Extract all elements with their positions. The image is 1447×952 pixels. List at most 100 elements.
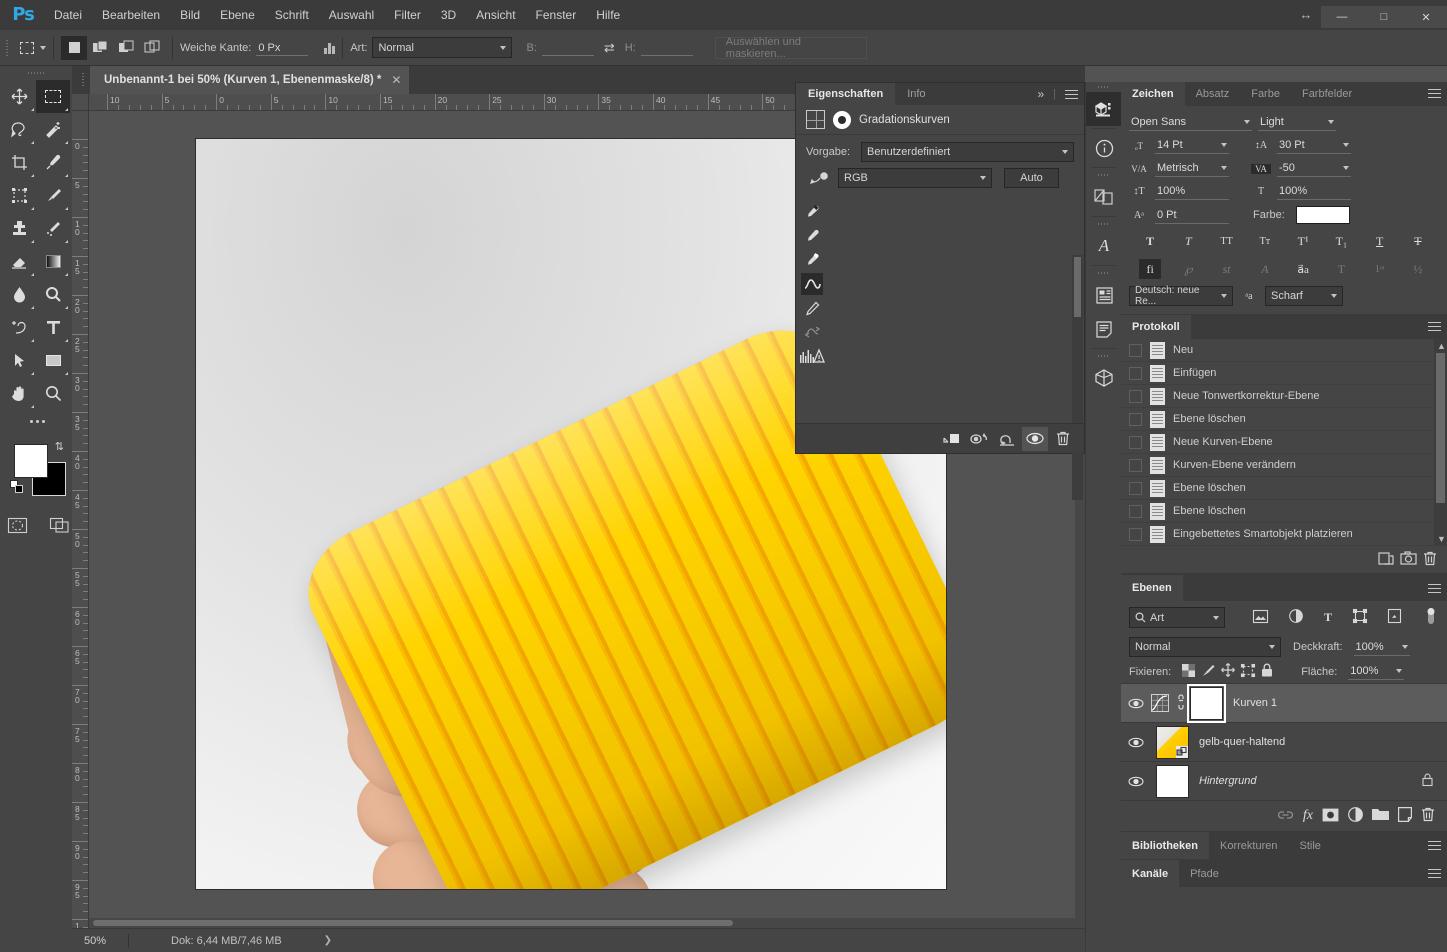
mask-link-icon[interactable] <box>1174 693 1187 713</box>
menu-ebene[interactable]: Ebene <box>210 0 265 30</box>
minimize-button[interactable]: — <box>1321 6 1363 28</box>
tab-farbfelder[interactable]: Farbfelder <box>1291 82 1363 106</box>
history-snapshot-checkbox[interactable] <box>1129 366 1142 380</box>
layer-row[interactable]: Kurven 1 <box>1121 683 1447 723</box>
rectangular-marquee-icon[interactable] <box>14 37 40 59</box>
history-item[interactable]: Neue Tonwertkorrektur-Ebene <box>1121 385 1447 408</box>
tracking-input[interactable]: -50 <box>1277 160 1351 177</box>
info-rail-icon[interactable] <box>1086 131 1122 165</box>
on-image-adjust-icon[interactable] <box>806 171 832 186</box>
menu-ansicht[interactable]: Ansicht <box>466 0 525 30</box>
black-point-eyedropper[interactable] <box>801 201 823 223</box>
delete-layer-button[interactable] <box>1421 807 1435 825</box>
layer-mask-thumbnail[interactable] <box>1187 683 1226 723</box>
faux-bold-button[interactable]: T <box>1139 231 1161 251</box>
vertical-ruler[interactable]: 0510152025303540455055606570758085909510… <box>72 111 89 928</box>
close-icon[interactable]: ✕ <box>391 73 401 87</box>
history-item[interactable]: Ebene löschen <box>1121 408 1447 431</box>
tab-eigenschaften[interactable]: Eigenschaften <box>796 83 896 105</box>
menu-datei[interactable]: Datei <box>44 0 92 30</box>
healing-brush-tool[interactable] <box>36 212 70 245</box>
swap-dimensions-icon[interactable]: ⇄ <box>604 40 615 56</box>
history-scrollbar[interactable]: ▲ ▼ <box>1434 339 1447 546</box>
faux-italic-button[interactable]: T <box>1177 231 1199 251</box>
menu-filter[interactable]: Filter <box>384 0 431 30</box>
panel-menu-icon[interactable] <box>1428 321 1441 331</box>
rail-grip[interactable] <box>1086 268 1121 278</box>
preset-select[interactable]: Benutzerdefiniert <box>861 142 1074 162</box>
tab-farbe[interactable]: Farbe <box>1240 82 1291 106</box>
move-tool[interactable] <box>2 80 36 113</box>
type-tool[interactable] <box>36 311 70 344</box>
height-input[interactable] <box>640 40 693 56</box>
new-group-button[interactable] <box>1372 808 1389 824</box>
select-and-mask-button[interactable]: Auswählen und maskieren... <box>714 36 867 60</box>
shape-tool[interactable] <box>36 344 70 377</box>
new-selection-button[interactable] <box>61 35 87 60</box>
lock-position-icon[interactable] <box>1221 663 1236 680</box>
foreground-color-swatch[interactable] <box>14 444 48 478</box>
options-bar-grip[interactable] <box>0 30 14 66</box>
tab-info[interactable]: Info <box>895 83 937 105</box>
new-layer-button[interactable] <box>1398 807 1412 825</box>
underline-button[interactable]: T <box>1369 231 1391 251</box>
layer-name[interactable]: gelb-quer-haltend <box>1199 736 1285 748</box>
horizontal-scale-input[interactable]: 100% <box>1277 183 1351 200</box>
intersect-selection-button[interactable] <box>139 36 165 60</box>
tab-strip-grip[interactable] <box>76 66 90 94</box>
tool-preset-chevron-down-icon[interactable] <box>40 45 46 50</box>
baseline-shift-input[interactable]: 0 Pt <box>1155 207 1229 224</box>
notes-rail-icon[interactable] <box>1086 312 1122 346</box>
screen-mode-icon[interactable] <box>46 514 72 536</box>
leading-input[interactable]: 30 Pt <box>1277 137 1351 154</box>
layer-row[interactable]: gelb-quer-haltend <box>1121 723 1447 762</box>
history-snapshot-checkbox[interactable] <box>1129 412 1142 426</box>
history-list[interactable]: Neu Einfügen Neue Tonwertkorrektur-Ebene Eb… <box>1121 339 1447 546</box>
subtract-from-selection-button[interactable] <box>113 36 139 60</box>
font-family-select[interactable]: Open Sans <box>1129 114 1252 131</box>
pixel-layers-filter-icon[interactable] <box>1252 609 1269 626</box>
font-style-select[interactable]: Light <box>1258 114 1336 131</box>
rectangular-marquee-tool[interactable] <box>36 80 70 113</box>
menu-fenster[interactable]: Fenster <box>526 0 587 30</box>
quick-mask-icon[interactable] <box>4 514 30 536</box>
history-snapshot-checkbox[interactable] <box>1129 458 1142 472</box>
smart-object-filter-icon[interactable] <box>1387 608 1402 626</box>
layers-list[interactable]: Kurven 1 gelb-quer-haltend Hintergrund <box>1121 683 1447 801</box>
menu-bearbeiten[interactable]: Bearbeiten <box>92 0 170 30</box>
layer-style-fx-button[interactable]: fx <box>1303 808 1313 824</box>
clip-to-layer-button[interactable] <box>938 427 964 451</box>
fractions-1st-button[interactable]: 1ᵒᵗ <box>1369 259 1391 279</box>
layer-visibility-icon[interactable] <box>1121 776 1151 787</box>
add-to-selection-button[interactable] <box>87 36 113 60</box>
clone-stamp-tool[interactable] <box>2 212 36 245</box>
superscript-button[interactable]: T¹ <box>1292 231 1314 251</box>
panel-menu-icon[interactable] <box>1065 89 1078 99</box>
layer-thumbnail[interactable] <box>1156 725 1189 759</box>
history-item[interactable]: Ebene löschen <box>1121 500 1447 523</box>
swap-colors-icon[interactable]: ⇅ <box>55 440 64 453</box>
white-point-eyedropper[interactable] <box>801 249 823 271</box>
menu-schrift[interactable]: Schrift <box>265 0 319 30</box>
blend-mode-select[interactable]: Normal <box>1129 637 1281 657</box>
frame-tool[interactable] <box>2 179 36 212</box>
blur-tool[interactable] <box>2 278 36 311</box>
ruler-corner[interactable] <box>72 94 89 111</box>
history-snapshot-checkbox[interactable] <box>1129 481 1142 495</box>
type-layers-filter-icon[interactable]: T <box>1324 610 1332 625</box>
rail-grip[interactable] <box>1086 170 1121 180</box>
history-snapshot-checkbox[interactable] <box>1129 435 1142 449</box>
curve-point-tool[interactable] <box>801 273 823 295</box>
fractions-half-button[interactable]: ½ <box>1407 259 1429 279</box>
layer-visibility-icon[interactable] <box>1121 737 1151 748</box>
fill-input[interactable]: 100% <box>1348 663 1405 680</box>
libraries-rail-icon[interactable] <box>1086 92 1122 126</box>
subscript-button[interactable]: T₁ <box>1330 231 1352 251</box>
layer-name[interactable]: Hintergrund <box>1199 775 1256 787</box>
add-layer-mask-button[interactable] <box>1322 808 1339 825</box>
eyedropper-tool[interactable] <box>36 146 70 179</box>
toolbar-grip[interactable] <box>0 66 72 80</box>
opacity-input[interactable]: 100% <box>1353 639 1410 656</box>
close-button[interactable]: ✕ <box>1405 6 1447 28</box>
history-item[interactable]: Ebene löschen <box>1121 477 1447 500</box>
